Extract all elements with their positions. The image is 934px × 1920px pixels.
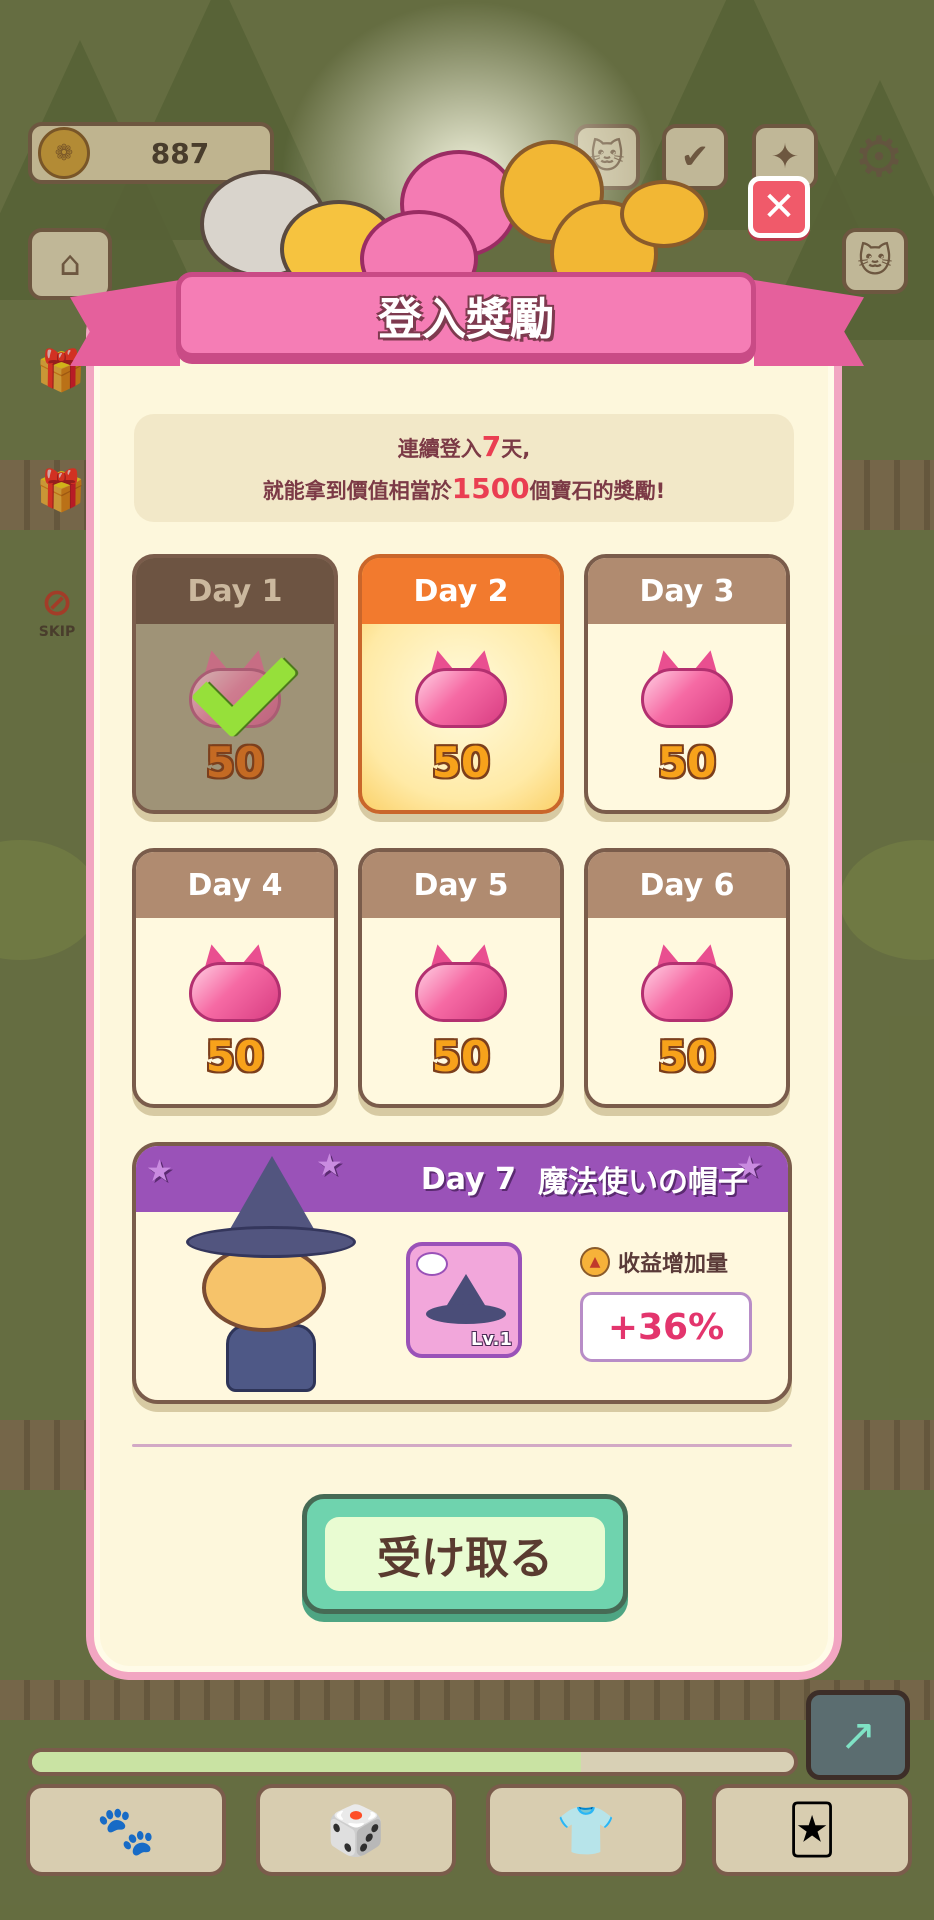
bonus-label-text: 收益增加量 [618, 1252, 729, 1277]
trend-up-icon[interactable]: ↗ [806, 1690, 910, 1780]
day-card-3: Day 3 50 [584, 554, 790, 814]
info-text: 天, [501, 437, 531, 461]
income-bonus-label: ▲ 收益增加量 [580, 1246, 728, 1278]
title-banner: 登入獎勵 [176, 272, 756, 358]
info-highlight: 1500 [451, 472, 530, 505]
item-level: Lv.1 [470, 1329, 512, 1350]
popup-title: 登入獎勵 [378, 294, 554, 345]
income-up-icon: ▲ [580, 1247, 610, 1277]
day-card-1: Day 1 50 [132, 554, 338, 814]
reward-amount: 50 [431, 1032, 491, 1081]
dice-icon[interactable]: 🎲 [256, 1784, 456, 1876]
day-label: Day 6 [588, 852, 786, 918]
wizard-hat-icon [426, 1274, 506, 1326]
income-bonus-value: +36% [580, 1292, 752, 1362]
cat-gem-icon [641, 646, 733, 728]
claim-label: 受け取る [325, 1517, 605, 1591]
star-icon: ★ [146, 1154, 173, 1189]
day-card-7: ★ ★ ★ Day 7 魔法使いの帽子 Lv.1 ▲ 收益增加量 +36% [132, 1142, 792, 1404]
reward-amount: 50 [431, 738, 491, 787]
info-line-1: 連續登入7天, [398, 426, 530, 468]
cloud-icon [416, 1252, 448, 1276]
info-line-2: 就能拿到價值相當於1500個寶石的獎勵! [263, 468, 666, 510]
cat-gem-icon [415, 646, 507, 728]
day-card-4: Day 4 50 [132, 848, 338, 1108]
info-text: 個寶石的獎勵! [529, 479, 666, 503]
day-card-5: Day 5 50 [358, 848, 564, 1108]
claim-button[interactable]: 受け取る [302, 1494, 628, 1614]
info-highlight: 7 [481, 430, 502, 463]
day7-label: Day 7 [420, 1161, 516, 1197]
progress-fill [32, 1752, 581, 1772]
info-text: 就能拿到價值相當於 [262, 479, 452, 503]
close-button[interactable]: ✕ [748, 176, 810, 238]
paw-icon[interactable]: 🐾 [26, 1784, 226, 1876]
day-label: Day 3 [588, 558, 786, 624]
reward-amount: 50 [657, 1032, 717, 1081]
progress-bar [28, 1748, 798, 1776]
star-icon: ★ [736, 1150, 763, 1185]
day-card-2[interactable]: Day 2 50 [358, 554, 564, 814]
cards-upgrade-icon[interactable]: 🃏 [712, 1784, 912, 1876]
checkmark-icon [180, 631, 298, 739]
day-label: Day 1 [136, 558, 334, 624]
wizard-hat-item: Lv.1 [406, 1242, 522, 1358]
day-label: Day 5 [362, 852, 560, 918]
info-text: 連續登入 [397, 437, 482, 461]
info-message: 連續登入7天, 就能拿到價值相當於1500個寶石的獎勵! [134, 414, 794, 522]
cat-gem-icon [641, 940, 733, 1022]
reward-amount: 50 [205, 1032, 265, 1081]
clothes-icon[interactable]: 👕 [486, 1784, 686, 1876]
day-label: Day 4 [136, 852, 334, 918]
day-card-6: Day 6 50 [584, 848, 790, 1108]
reward-amount: 50 [657, 738, 717, 787]
divider [132, 1444, 792, 1447]
coin-stack-icon [620, 180, 708, 248]
cat-gem-icon [189, 940, 281, 1022]
wizard-cat-illustration [176, 1156, 366, 1396]
reward-amount: 50 [205, 738, 265, 787]
day-label: Day 2 [362, 558, 560, 624]
cat-gem-icon [415, 940, 507, 1022]
day7-item-name: 魔法使いの帽子 [538, 1165, 748, 1200]
